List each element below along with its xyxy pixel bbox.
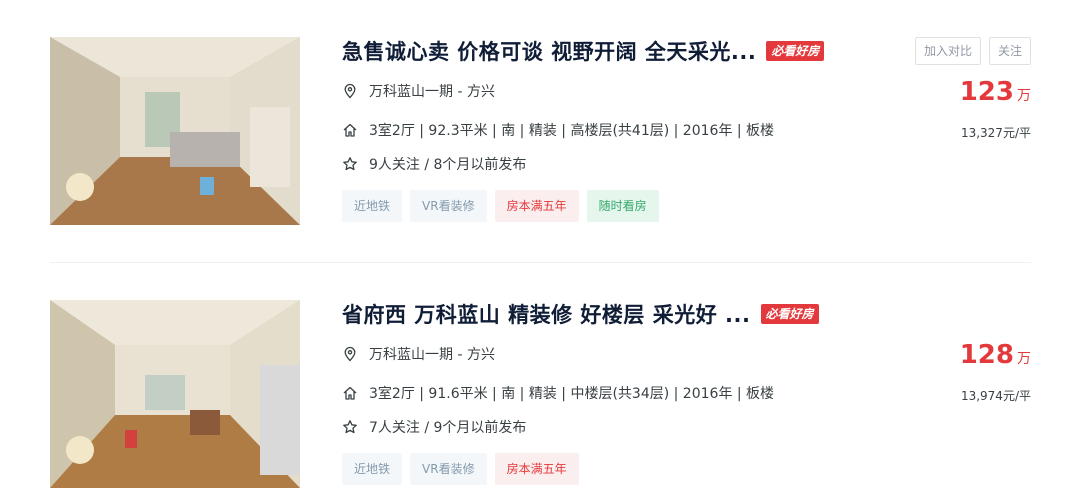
follow-info: 7人关注 / 9个月以前发布	[369, 420, 527, 436]
tag-five-years: 房本满五年	[494, 190, 579, 222]
must-see-badge: 必看好房	[760, 304, 819, 324]
listing-title[interactable]: 省府西 万科蓝山 精装修 好楼层 采光好 ...	[342, 299, 751, 329]
listing-divider	[50, 262, 1031, 263]
star-icon	[342, 156, 358, 172]
community-link[interactable]: 万科蓝山一期 - 方兴	[369, 81, 495, 101]
listing-card[interactable]: 急售诚心卖 价格可谈 视野开阔 全天采光... 必看好房 万科蓝山一期 - 方兴…	[50, 37, 1031, 225]
house-icon	[342, 385, 358, 401]
follow-info: 9人关注 / 8个月以前发布	[369, 157, 527, 173]
total-price-value: 123	[959, 77, 1014, 107]
listing-title[interactable]: 急售诚心卖 价格可谈 视野开阔 全天采光...	[342, 36, 756, 66]
house-info: 3室2厅 | 92.3平米 | 南 | 精装 | 高楼层(共41层) | 201…	[369, 123, 775, 139]
total-price-unit: 万	[1017, 88, 1031, 104]
house-icon	[342, 122, 358, 138]
listing-photo[interactable]	[50, 37, 300, 225]
must-see-badge: 必看好房	[766, 41, 825, 61]
tag-vr-decoration[interactable]: VR看装修	[410, 190, 487, 222]
community-link[interactable]: 万科蓝山一期 - 方兴	[369, 344, 495, 364]
tag-anytime-viewing: 随时看房	[586, 190, 659, 222]
total-price-value: 128	[959, 340, 1014, 370]
listing-card[interactable]: 省府西 万科蓝山 精装修 好楼层 采光好 ... 必看好房 万科蓝山一期 - 方…	[50, 300, 1031, 488]
total-price: 128 万	[960, 340, 1031, 370]
location-pin-icon	[342, 83, 358, 99]
total-price: 123 万	[960, 77, 1031, 107]
unit-price: 13,974元/平	[960, 389, 1031, 403]
add-to-compare-button[interactable]: 加入对比	[914, 37, 981, 65]
tag-five-years: 房本满五年	[494, 453, 579, 485]
tag-near-subway: 近地铁	[342, 190, 403, 222]
follow-button[interactable]: 关注	[988, 37, 1031, 65]
location-pin-icon	[342, 346, 358, 362]
tag-near-subway: 近地铁	[342, 453, 403, 485]
star-icon	[342, 419, 358, 435]
tag-vr-decoration[interactable]: VR看装修	[410, 453, 487, 485]
listing-photo[interactable]	[50, 300, 300, 488]
house-info: 3室2厅 | 91.6平米 | 南 | 精装 | 中楼层(共34层) | 201…	[369, 386, 775, 402]
unit-price: 13,327元/平	[960, 126, 1031, 140]
total-price-unit: 万	[1017, 351, 1031, 367]
